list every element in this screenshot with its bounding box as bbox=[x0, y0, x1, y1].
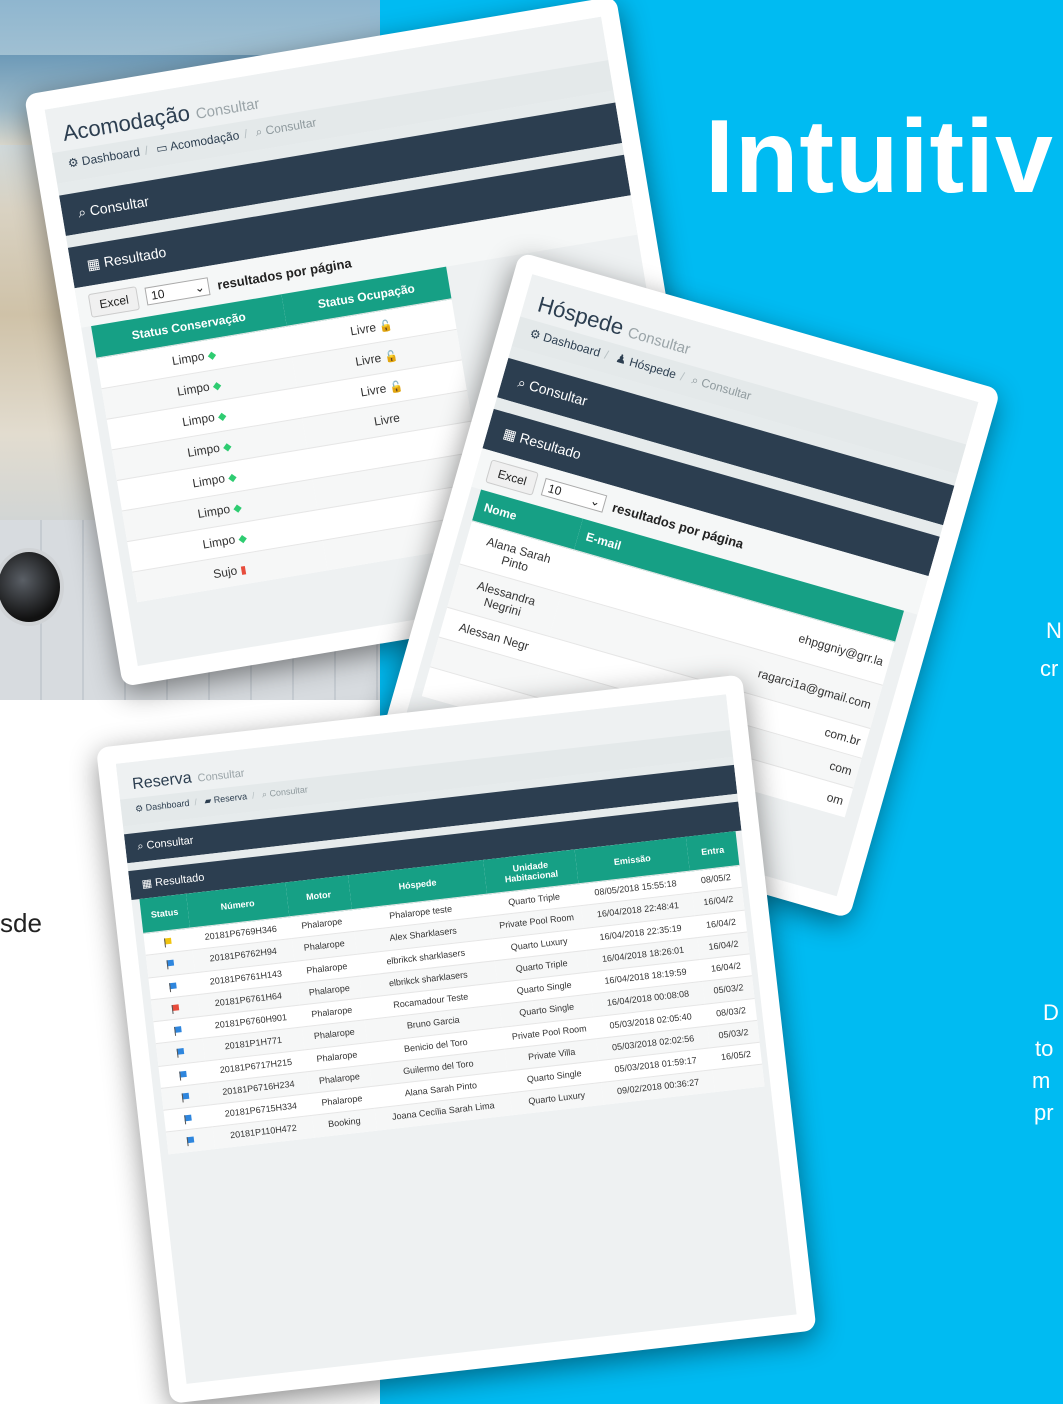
side-text-fragment: to bbox=[1035, 1036, 1054, 1061]
flag-icon bbox=[181, 1092, 190, 1100]
column-header[interactable]: Status bbox=[139, 893, 190, 934]
left-caption-fragment: sde bbox=[0, 908, 42, 938]
side-text-fragment: m bbox=[1032, 1068, 1051, 1093]
bed-icon: ▭ bbox=[155, 140, 169, 156]
flag-icon bbox=[171, 1004, 180, 1011]
search-icon: ⌕ bbox=[254, 124, 264, 140]
unlock-icon: 🔓 bbox=[378, 319, 394, 334]
column-header[interactable]: Entra bbox=[685, 831, 740, 872]
unlock-icon: 🔓 bbox=[383, 349, 400, 365]
status-cell bbox=[165, 1127, 215, 1154]
side-text-fragment: cr bbox=[1040, 656, 1059, 681]
diamond-icon: ◆ bbox=[222, 440, 233, 454]
trash-icon: ▮ bbox=[239, 563, 248, 577]
dashboard-icon: ⚙ bbox=[134, 803, 144, 814]
breadcrumb-hospede[interactable]: Hóspede bbox=[628, 355, 678, 382]
results-table: Status Conservação Status Ocupação Limpo… bbox=[91, 266, 493, 603]
flag-icon bbox=[186, 1136, 195, 1144]
breadcrumb-dashboard[interactable]: Dashboard bbox=[145, 798, 190, 813]
breadcrumb-current: Consultar bbox=[268, 784, 309, 799]
breadcrumb-reserva[interactable]: Reserva bbox=[213, 791, 247, 805]
unlock-icon: 🔓 bbox=[388, 380, 405, 395]
excel-button[interactable]: Excel bbox=[87, 286, 141, 318]
flag-icon bbox=[173, 1026, 182, 1033]
user-icon: ♟ bbox=[614, 350, 629, 368]
reserva-screenshot-card: Reserva Consultar ⚙ Dashboard / ▰ Reserva /… bbox=[96, 674, 817, 1404]
side-text-fragment: N bbox=[1046, 618, 1062, 643]
flag-icon bbox=[184, 1114, 192, 1122]
diamond-icon: ◆ bbox=[211, 379, 223, 393]
dashboard-icon: ⚙ bbox=[66, 155, 80, 171]
diamond-icon: ◆ bbox=[217, 410, 228, 424]
diamond-icon: ◆ bbox=[232, 501, 243, 516]
search-icon: ⌕ bbox=[261, 788, 268, 800]
flag-icon bbox=[163, 937, 172, 945]
chevron-down-icon: ⌄ bbox=[193, 279, 206, 296]
breadcrumb-acomodacao[interactable]: Acomodação bbox=[169, 128, 240, 153]
breadcrumb-dashboard[interactable]: Dashboard bbox=[81, 145, 141, 168]
hero-title: Intuitiv bbox=[705, 99, 1054, 215]
search-icon: ⌕ bbox=[689, 372, 701, 388]
entrada-cell bbox=[712, 1064, 765, 1092]
flag-icon bbox=[168, 981, 177, 989]
page-size-select[interactable]: 10 ⌄ bbox=[144, 277, 211, 306]
diamond-icon: ◆ bbox=[206, 348, 218, 363]
book-icon: ▰ bbox=[203, 795, 212, 807]
excel-button[interactable]: Excel bbox=[485, 459, 540, 496]
page-size-select[interactable]: 10 ⌄ bbox=[541, 477, 608, 513]
flag-icon bbox=[176, 1048, 185, 1056]
flag-icon bbox=[179, 1070, 187, 1078]
breadcrumb-current: Consultar bbox=[264, 115, 318, 138]
chevron-down-icon: ⌄ bbox=[588, 493, 603, 510]
side-text-fragment: pr bbox=[1034, 1100, 1054, 1125]
side-text-fragment: D bbox=[1043, 1000, 1059, 1025]
dashboard-icon: ⚙ bbox=[528, 326, 543, 343]
reserva-app: Reserva Consultar ⚙ Dashboard / ▰ Reserva /… bbox=[115, 694, 797, 1384]
diamond-icon: ◆ bbox=[237, 532, 248, 546]
flag-icon bbox=[166, 959, 175, 967]
diamond-icon: ◆ bbox=[227, 471, 238, 485]
